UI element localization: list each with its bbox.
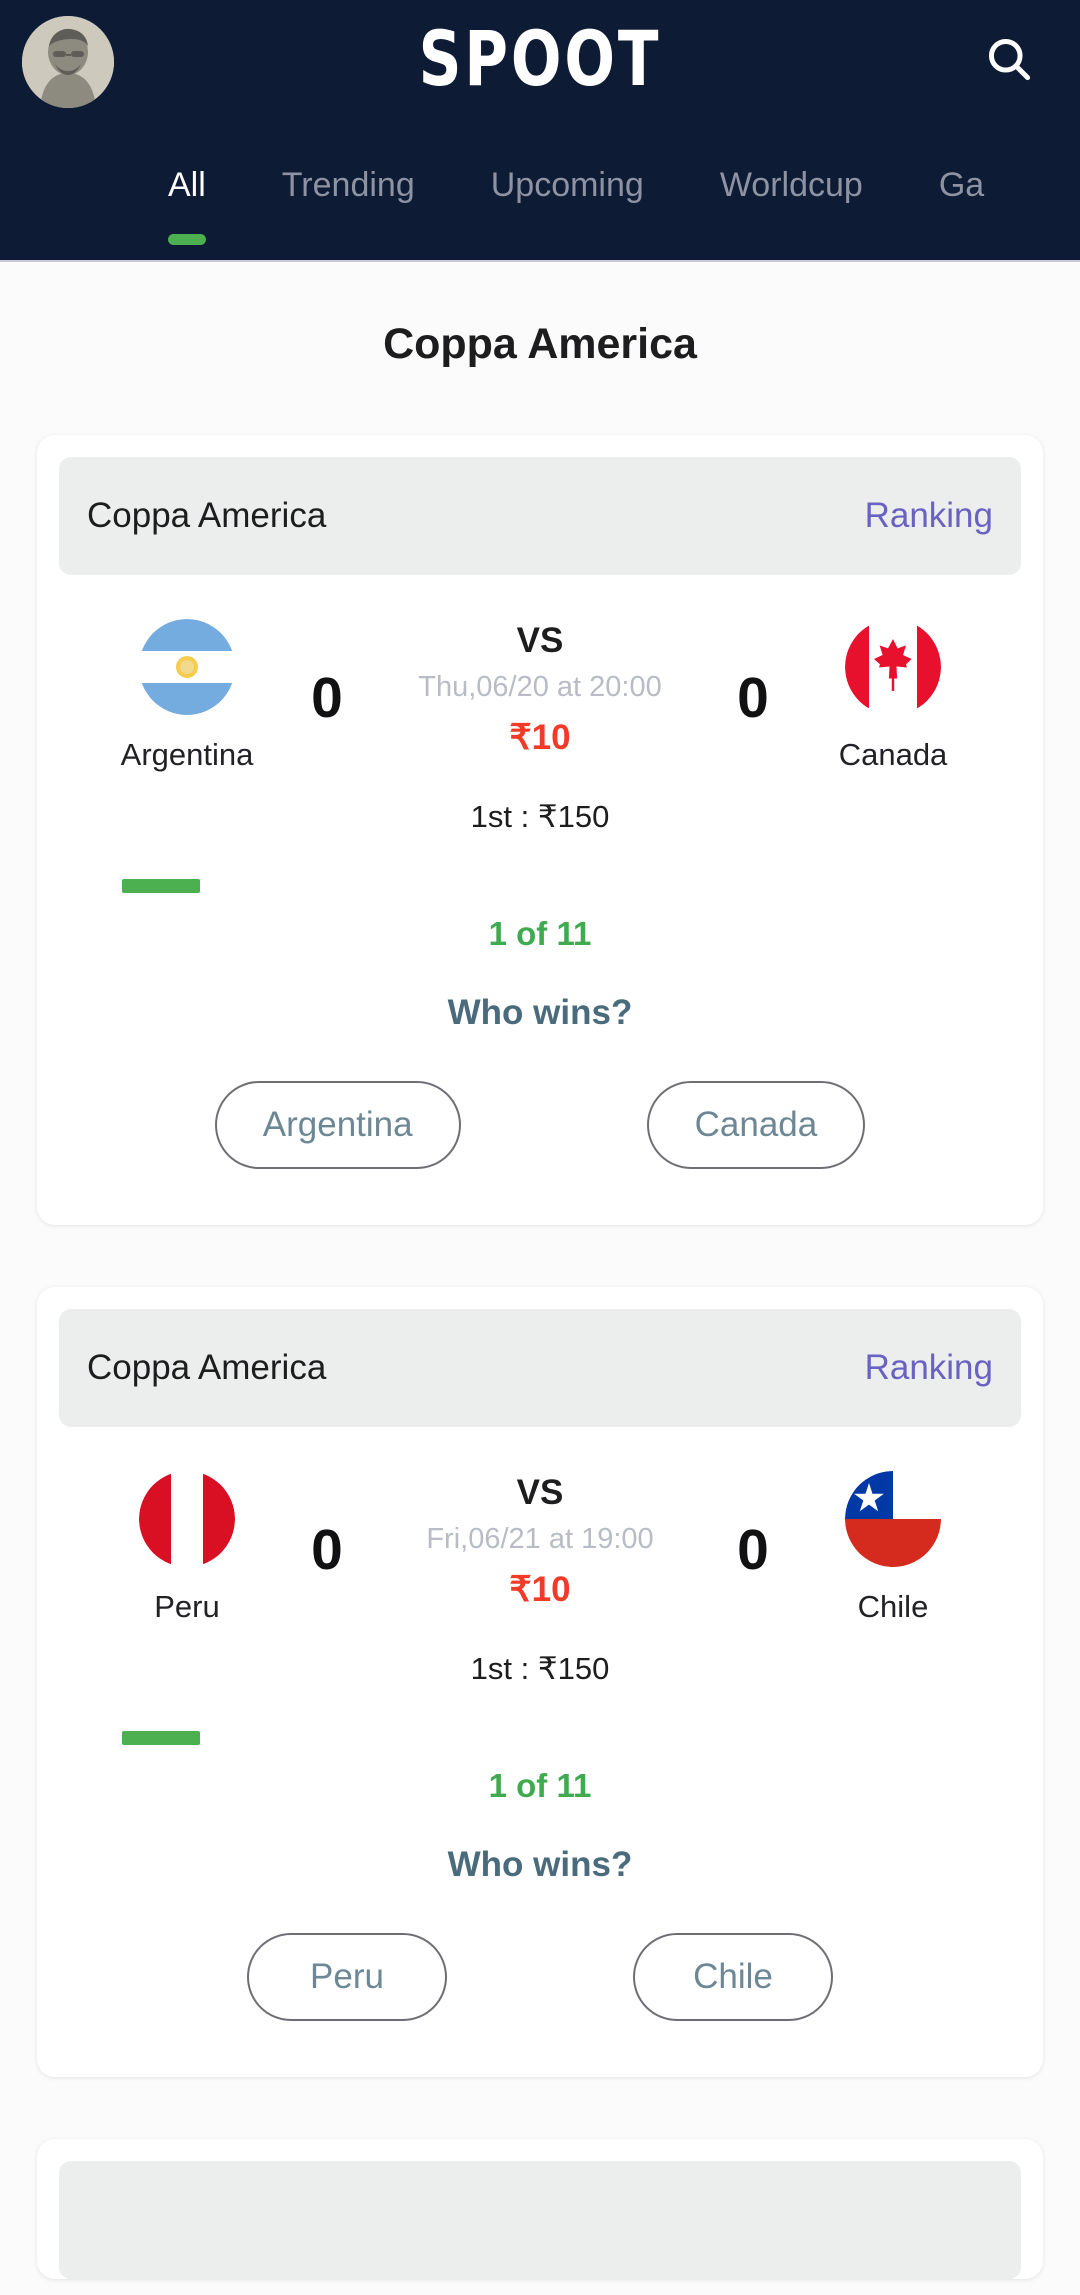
card-header: Coppa America Ranking bbox=[59, 457, 1021, 575]
tab-all-label: All bbox=[168, 166, 206, 204]
peru-flag-icon bbox=[139, 1471, 235, 1567]
home-team-name: Peru bbox=[154, 1589, 220, 1624]
choice-buttons: Argentina Canada bbox=[37, 1033, 1043, 1225]
match-card[interactable]: Coppa America Ranking bbox=[37, 1287, 1043, 2077]
progress-label: 1 of 11 bbox=[488, 915, 592, 952]
vs-label: VS bbox=[516, 1473, 564, 1512]
tab-games[interactable]: Ga bbox=[939, 150, 984, 205]
choice-buttons: Peru Chile bbox=[37, 1885, 1043, 2077]
progress-container bbox=[37, 835, 1043, 893]
home-score: 0 bbox=[311, 1518, 343, 1582]
home-team: Argentina bbox=[77, 619, 297, 773]
card-header: Coppa America Ranking bbox=[59, 1309, 1021, 1427]
prize-info: 1st : ₹150 bbox=[470, 799, 610, 834]
choice-button-left[interactable]: Argentina bbox=[214, 1081, 461, 1169]
choice-button-right[interactable]: Chile bbox=[633, 1933, 833, 2021]
card-tournament-name: Coppa America bbox=[87, 1348, 327, 1387]
tab-upcoming-label: Upcoming bbox=[490, 166, 644, 204]
card-tournament-name: Coppa America bbox=[87, 496, 327, 535]
away-team: Chile bbox=[783, 1471, 1003, 1625]
progress-label: 1 of 11 bbox=[488, 1767, 592, 1804]
away-team-name: Chile bbox=[857, 1589, 929, 1624]
tab-trending[interactable]: Trending bbox=[282, 150, 415, 205]
tab-worldcup[interactable]: Worldcup bbox=[720, 150, 863, 205]
match-center-info: VS Thu,06/20 at 20:00 ₹10 bbox=[357, 619, 723, 758]
tab-games-label: Ga bbox=[938, 166, 985, 204]
home-team-name: Argentina bbox=[120, 737, 254, 772]
entry-fee: ₹10 bbox=[509, 718, 571, 757]
match-datetime: Thu,06/20 at 20:00 bbox=[418, 671, 662, 703]
away-team: Canada bbox=[783, 619, 1003, 773]
match-card[interactable] bbox=[37, 2139, 1043, 2279]
page-title: Coppa America bbox=[383, 320, 697, 368]
match-card[interactable]: Coppa America Ranking bbox=[37, 435, 1043, 1225]
chile-flag-icon bbox=[845, 1471, 941, 1567]
tab-active-indicator bbox=[168, 234, 206, 245]
home-team: Peru bbox=[77, 1471, 297, 1625]
tab-upcoming[interactable]: Upcoming bbox=[491, 150, 644, 205]
question-label: Who wins? bbox=[447, 993, 633, 1032]
choice-button-left[interactable]: Peru bbox=[247, 1933, 447, 2021]
tab-all[interactable]: All bbox=[168, 150, 206, 245]
app-screen: SPOOT All Trending Upcoming Worldcup Ga … bbox=[0, 0, 1080, 2295]
match-center-info: VS Fri,06/21 at 19:00 ₹10 bbox=[357, 1471, 723, 1610]
search-button[interactable] bbox=[976, 26, 1042, 92]
choice-button-right[interactable]: Canada bbox=[646, 1081, 866, 1169]
away-score: 0 bbox=[737, 1518, 769, 1582]
app-logo: SPOOT bbox=[418, 14, 662, 104]
header-top-bar: SPOOT bbox=[0, 0, 1080, 148]
progress-container bbox=[37, 1687, 1043, 1745]
search-icon bbox=[988, 38, 1031, 81]
tab-bar[interactable]: All Trending Upcoming Worldcup Ga bbox=[0, 150, 1080, 260]
tab-trending-label: Trending bbox=[281, 166, 415, 204]
home-score: 0 bbox=[311, 666, 343, 730]
argentina-flag-icon bbox=[139, 619, 235, 715]
progress-bar bbox=[122, 1731, 200, 1745]
tab-worldcup-label: Worldcup bbox=[719, 166, 863, 204]
progress-bar bbox=[122, 879, 200, 893]
ranking-link[interactable]: Ranking bbox=[865, 1348, 993, 1388]
canada-flag-icon bbox=[845, 619, 941, 715]
match-datetime: Fri,06/21 at 19:00 bbox=[426, 1523, 654, 1555]
prize-info: 1st : ₹150 bbox=[470, 1651, 610, 1686]
away-team-name: Canada bbox=[838, 737, 948, 772]
away-score: 0 bbox=[737, 666, 769, 730]
vs-label: VS bbox=[516, 621, 564, 660]
entry-fee: ₹10 bbox=[509, 1570, 571, 1609]
ranking-link[interactable]: Ranking bbox=[865, 496, 993, 536]
app-header: SPOOT All Trending Upcoming Worldcup Ga bbox=[0, 0, 1080, 262]
question-label: Who wins? bbox=[447, 1845, 633, 1884]
match-row: Argentina 0 VS Thu,06/20 at 20:00 ₹10 0 bbox=[37, 575, 1043, 773]
match-row: Peru 0 VS Fri,06/21 at 19:00 ₹10 0 Chile bbox=[37, 1427, 1043, 1625]
card-header bbox=[59, 2161, 1021, 2279]
main-content: Coppa America Coppa America Ranking Arge… bbox=[0, 262, 1080, 2295]
